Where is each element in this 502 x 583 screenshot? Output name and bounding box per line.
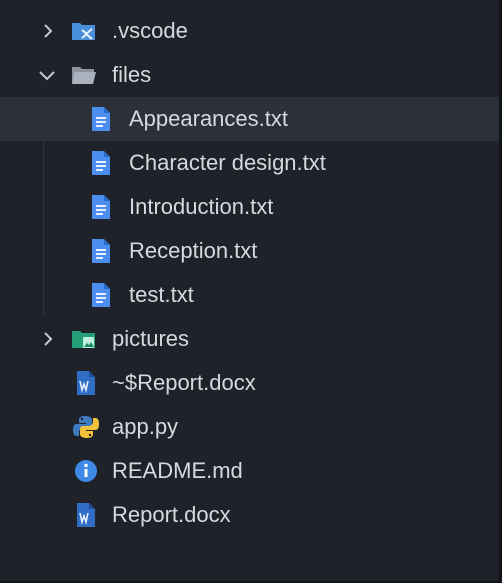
tree-item-reception-txt[interactable]: Reception.txt (0, 229, 499, 273)
tree-item-test-txt[interactable]: test.txt (0, 273, 499, 317)
text-file-icon (92, 195, 110, 219)
python-file-icon (73, 416, 99, 438)
text-file-icon (92, 151, 110, 175)
tree-item-label: Appearances.txt (129, 106, 288, 131)
text-file-icon (92, 239, 110, 263)
tree-item-label: app.py (112, 414, 179, 439)
tree-item-label: Report.docx (112, 502, 231, 527)
word-file-icon (77, 371, 95, 395)
image-folder-icon (72, 331, 95, 348)
chevron-right-icon[interactable] (38, 329, 58, 349)
vscode-folder-icon (72, 23, 95, 40)
tree-item-app-py[interactable]: app.py (0, 405, 499, 449)
tree-item-label: Introduction.txt (129, 194, 274, 219)
tree-item-vscode-folder[interactable]: .vscode (0, 9, 499, 53)
tree-item-label: Reception.txt (129, 238, 258, 263)
text-file-icon (92, 107, 110, 131)
tree-item-label: Character design.txt (129, 150, 326, 175)
tree-item-label: test.txt (129, 282, 194, 307)
tree-item-character-design-txt[interactable]: Character design.txt (0, 141, 499, 185)
tree-item-readme-md[interactable]: README.md (0, 449, 499, 493)
tree-item-introduction-txt[interactable]: Introduction.txt (0, 185, 499, 229)
info-icon (75, 460, 97, 482)
tree-item-files-folder[interactable]: files (0, 53, 499, 97)
chevron-right-icon[interactable] (38, 21, 58, 41)
file-explorer: .vscode files Appearances.txt Character … (0, 0, 502, 583)
tree-item-label: README.md (112, 458, 243, 483)
tree-item-appearances-txt[interactable]: Appearances.txt (0, 97, 499, 141)
word-file-icon (77, 503, 95, 527)
tree-item-temp-report-docx[interactable]: ~$Report.docx (0, 361, 499, 405)
tree-item-label: files (112, 62, 152, 87)
chevron-down-icon[interactable] (37, 65, 57, 85)
tree-item-label: .vscode (112, 18, 188, 43)
folder-open-icon (72, 67, 96, 84)
tree-item-report-docx[interactable]: Report.docx (0, 493, 499, 537)
tree-item-label: ~$Report.docx (112, 370, 256, 395)
text-file-icon (92, 283, 110, 307)
tree-item-pictures-folder[interactable]: pictures (0, 317, 499, 361)
tree-item-label: pictures (112, 326, 190, 351)
